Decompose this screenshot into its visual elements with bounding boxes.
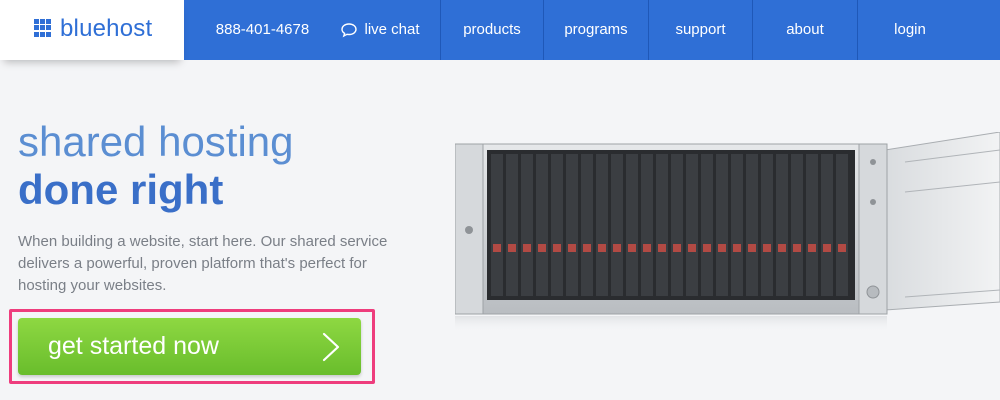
nav-item-login[interactable]: login: [858, 0, 962, 60]
nav-item-programs[interactable]: programs: [544, 0, 648, 60]
chevron-right-icon: [322, 332, 340, 362]
hero-description: When building a website, start here. Our…: [18, 233, 388, 294]
chat-bubble-icon: [341, 23, 358, 38]
logo[interactable]: bluehost: [0, 0, 184, 60]
logo-text: bluehost: [60, 15, 153, 42]
phone-number[interactable]: 888-401-4678: [205, 0, 320, 60]
live-chat-link[interactable]: live chat: [320, 0, 440, 60]
nav-item-support[interactable]: support: [649, 0, 752, 60]
hero-title-line1: shared hosting: [18, 118, 294, 165]
top-nav: bluehost 888-401-4678 live chat products…: [0, 0, 1000, 60]
nav-item-products[interactable]: products: [441, 0, 543, 60]
get-started-label: get started now: [48, 332, 219, 360]
hero-title-line2: done right: [18, 166, 224, 213]
get-started-button[interactable]: get started now: [18, 318, 361, 375]
nav-item-about[interactable]: about: [753, 0, 857, 60]
server-image: [455, 132, 1000, 332]
live-chat-label: live chat: [364, 21, 420, 38]
grid-logo-icon: [34, 19, 52, 37]
